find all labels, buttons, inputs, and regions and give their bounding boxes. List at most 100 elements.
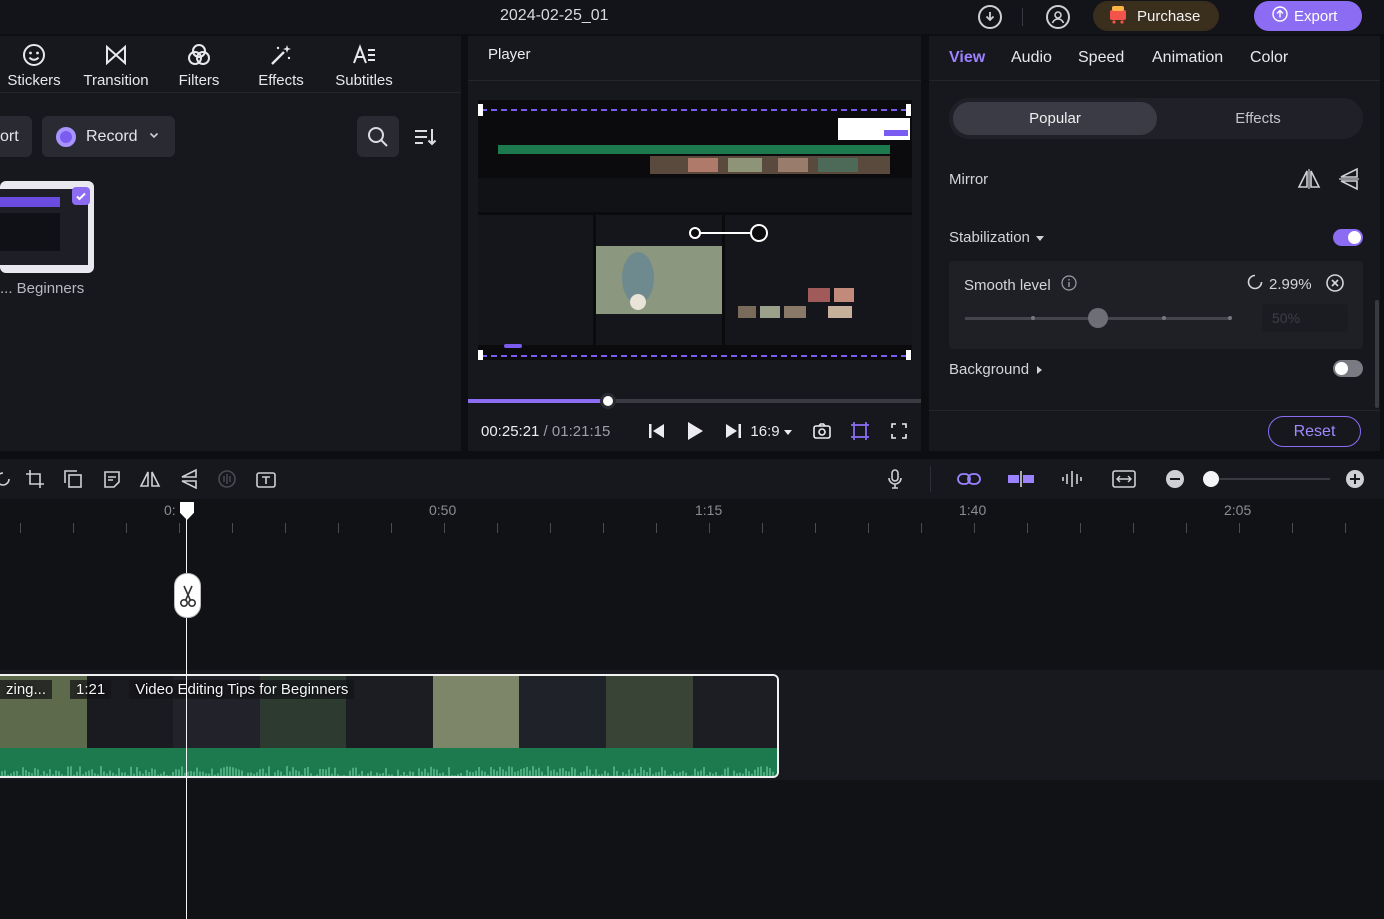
flip-vertical-icon[interactable] (178, 468, 200, 490)
playback-progress-fill (468, 399, 609, 403)
search-icon (368, 126, 388, 147)
info-icon[interactable] (1061, 275, 1077, 295)
snap-icon[interactable] (1006, 468, 1036, 490)
export-label: Export (1294, 7, 1338, 25)
tab-audio[interactable]: Audio (1011, 49, 1052, 67)
import-button[interactable]: ort (0, 116, 32, 157)
ruler-tick (656, 523, 657, 533)
picture-in-picture-icon[interactable] (62, 468, 84, 490)
smooth-progress-value: 2.99% (1269, 275, 1312, 293)
prev-frame-icon[interactable] (646, 420, 668, 442)
purchase-button[interactable]: Purchase (1093, 1, 1219, 31)
tab-speed[interactable]: Speed (1078, 49, 1124, 67)
playhead-line[interactable] (186, 502, 187, 919)
audio-split-icon[interactable] (1060, 468, 1084, 490)
ruler-tick (1027, 523, 1028, 533)
crop-frame-icon[interactable] (849, 420, 871, 442)
microphone-icon[interactable] (884, 468, 906, 490)
export-button[interactable]: Export (1254, 1, 1362, 31)
video-preview[interactable] (478, 100, 912, 360)
voice-effect-icon (216, 468, 238, 490)
background-expander[interactable]: Background (949, 361, 1043, 378)
stabilization-label: Stabilization (949, 229, 1030, 246)
clip-duration: 1:21 (70, 680, 112, 699)
sticker-note-icon[interactable] (101, 468, 123, 490)
ruler-tick (126, 523, 127, 533)
caret-right-icon (1037, 361, 1043, 378)
effects-icon (271, 45, 291, 65)
ruler-label: 0:50 (429, 502, 457, 518)
properties-scrollbar[interactable] (1375, 300, 1379, 408)
smooth-input-placeholder: 50% (1272, 310, 1301, 326)
download-icon[interactable] (978, 5, 1002, 29)
link-icon[interactable] (956, 468, 982, 490)
flip-horizontal-icon[interactable] (1297, 167, 1321, 191)
aspect-ratio-dropdown[interactable]: 16:9 (748, 420, 794, 442)
cancel-circle-icon[interactable] (1325, 273, 1345, 293)
text-box-icon[interactable] (255, 468, 277, 490)
fullscreen-icon[interactable] (888, 420, 910, 442)
account-icon[interactable] (1046, 5, 1070, 29)
ruler-tick (1133, 523, 1134, 533)
tab-color[interactable]: Color (1250, 49, 1288, 67)
player-title: Player (488, 46, 531, 63)
background-label: Background (949, 361, 1030, 378)
zoom-slider-knob[interactable] (1203, 471, 1219, 487)
stabilization-dropdown[interactable]: Stabilization (949, 229, 1044, 246)
play-icon[interactable] (684, 420, 706, 442)
flip-horizontal-icon[interactable] (139, 468, 161, 490)
tab-label: Subtitles (335, 72, 393, 89)
tab-stickers[interactable]: Stickers (6, 42, 62, 89)
tab-effects[interactable]: Effects (256, 42, 306, 89)
loading-spinner-icon (1247, 274, 1263, 294)
next-frame-icon[interactable] (722, 420, 744, 442)
smooth-slider-knob[interactable] (1088, 308, 1108, 328)
smooth-value-input[interactable]: 50% (1262, 304, 1348, 332)
tab-label: Transition (83, 72, 149, 89)
tab-filters[interactable]: Filters (176, 42, 222, 89)
zoom-out-icon[interactable] (1164, 468, 1186, 490)
ruler-tick (497, 523, 498, 533)
zoom-in-icon[interactable] (1344, 468, 1366, 490)
segment-popular[interactable]: Popular (953, 102, 1157, 135)
record-icon (56, 126, 76, 147)
waveform-graphic (1, 766, 777, 776)
tab-transition[interactable]: Transition (82, 42, 150, 89)
snapshot-icon[interactable] (811, 420, 833, 442)
caret-down-icon (1035, 229, 1044, 246)
tab-subtitles[interactable]: Subtitles (332, 42, 396, 89)
video-clip[interactable]: zing... 1:21 Video Editing Tips for Begi… (0, 674, 779, 778)
ruler-tick (868, 523, 869, 533)
segment-effects[interactable]: Effects (1157, 102, 1359, 135)
media-thumbnail[interactable] (0, 181, 94, 273)
ruler-tick (1186, 523, 1187, 533)
ruler-tick (20, 523, 21, 533)
slider-dot (1228, 316, 1232, 320)
clip-frame (346, 676, 433, 748)
clip-title: Video Editing Tips for Beginners (129, 680, 355, 699)
filters-icon (188, 44, 210, 65)
toolbar-divider (930, 466, 931, 492)
clip-frame (692, 676, 777, 748)
rotate-icon[interactable] (0, 468, 14, 490)
slider-dot (1031, 316, 1035, 320)
checkbox-checked-icon[interactable] (72, 187, 90, 205)
background-toggle[interactable] (1333, 360, 1363, 377)
stabilization-toggle[interactable] (1333, 229, 1363, 246)
toggle-knob (1335, 362, 1348, 375)
crop-icon[interactable] (24, 468, 46, 490)
tab-view[interactable]: View (949, 49, 985, 67)
reset-button[interactable]: Reset (1268, 416, 1361, 447)
flip-vertical-icon[interactable] (1337, 167, 1361, 191)
record-button[interactable]: Record (42, 116, 175, 157)
split-scissors-button[interactable] (174, 573, 201, 618)
fit-timeline-icon[interactable] (1111, 468, 1137, 490)
search-button[interactable] (357, 116, 399, 157)
ruler-tick (232, 523, 233, 533)
tab-label: Effects (258, 72, 304, 89)
ruler-tick (1292, 523, 1293, 533)
zoom-slider-track[interactable] (1204, 478, 1330, 480)
tab-animation[interactable]: Animation (1152, 49, 1223, 67)
sort-icon[interactable] (413, 126, 437, 148)
timeline-ruler[interactable] (0, 499, 1384, 535)
